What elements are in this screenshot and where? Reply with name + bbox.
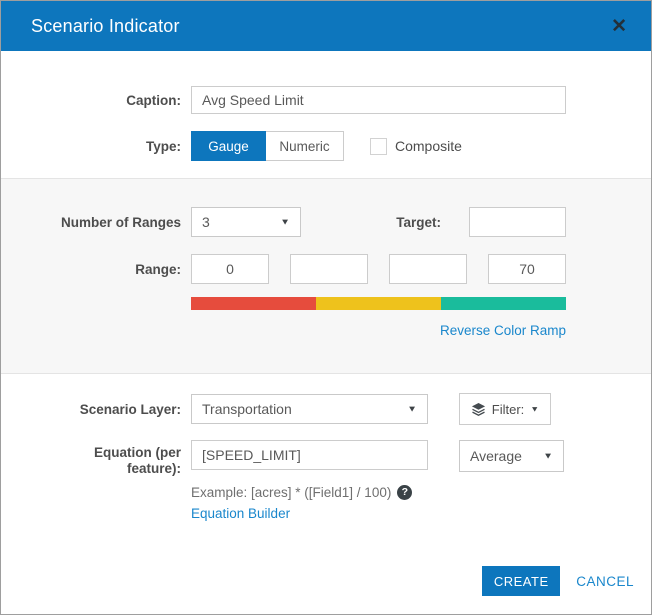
chevron-down-icon: ▼ (280, 217, 290, 226)
dialog-title: Scenario Indicator (31, 16, 611, 37)
type-row: Type: Gauge Numeric Composite (1, 131, 651, 161)
equation-label: Equation (per feature): (1, 440, 181, 477)
scenario-layer-row: Scenario Layer: Transportation ▼ Filter:… (1, 393, 651, 425)
ramp-segment-yellow (316, 297, 441, 310)
filter-button[interactable]: Filter: ▼ (459, 393, 551, 425)
equation-builder-link[interactable]: Equation Builder (191, 506, 290, 521)
caption-label: Caption: (1, 93, 181, 108)
range-input-2[interactable] (290, 254, 368, 284)
number-of-ranges-select[interactable]: 3 ▼ (191, 207, 301, 237)
aggregation-value: Average (470, 448, 522, 464)
range-row: Range: (1, 254, 651, 284)
number-of-ranges-value: 3 (202, 214, 210, 230)
composite-checkbox[interactable] (370, 138, 387, 155)
type-label: Type: (1, 139, 181, 154)
dialog-header: Scenario Indicator ✕ (1, 1, 651, 51)
range-input-1[interactable] (191, 254, 269, 284)
scenario-layer-value: Transportation (202, 401, 292, 417)
ranges-section: Number of Ranges 3 ▼ Target: Range: (1, 178, 651, 374)
range-input-4[interactable] (488, 254, 566, 284)
type-gauge-button[interactable]: Gauge (191, 131, 266, 161)
type-numeric-button[interactable]: Numeric (266, 131, 344, 161)
ramp-segment-green (441, 297, 566, 310)
number-of-ranges-row: Number of Ranges 3 ▼ Target: (1, 207, 651, 237)
aggregation-select[interactable]: Average ▼ (459, 440, 564, 472)
general-section: Caption: Type: Gauge Numeric Composite (1, 51, 651, 161)
filter-label: Filter: (492, 402, 525, 417)
range-label: Range: (1, 262, 181, 277)
composite-label: Composite (395, 138, 462, 154)
dialog-footer: CREATE CANCEL (1, 566, 651, 614)
help-icon[interactable]: ? (397, 485, 412, 500)
target-input[interactable] (469, 207, 566, 237)
layers-icon (471, 402, 486, 417)
caption-input[interactable] (191, 86, 566, 114)
target-label: Target: (396, 215, 441, 230)
target-group: Target: (396, 207, 566, 237)
caption-row: Caption: (1, 86, 651, 114)
color-ramp (191, 297, 566, 310)
equation-row: Equation (per feature): Average ▼ (1, 440, 651, 477)
layer-equation-section: Scenario Layer: Transportation ▼ Filter:… (1, 374, 651, 523)
ramp-segment-red (191, 297, 316, 310)
create-button[interactable]: CREATE (482, 566, 560, 596)
reverse-color-ramp-link[interactable]: Reverse Color Ramp (440, 323, 566, 338)
chevron-down-icon: ▼ (407, 404, 417, 413)
range-input-3[interactable] (389, 254, 467, 284)
reverse-ramp-row: Reverse Color Ramp (1, 310, 651, 340)
chevron-down-icon: ▼ (530, 405, 539, 414)
equation-input[interactable] (191, 440, 428, 470)
scenario-indicator-dialog: Scenario Indicator ✕ Caption: Type: Gaug… (0, 0, 652, 615)
chevron-down-icon: ▼ (543, 451, 553, 460)
scenario-layer-label: Scenario Layer: (1, 402, 181, 417)
cancel-button[interactable]: CANCEL (576, 574, 634, 589)
scenario-layer-select[interactable]: Transportation ▼ (191, 394, 428, 424)
number-of-ranges-label: Number of Ranges (1, 215, 181, 230)
close-icon[interactable]: ✕ (611, 17, 627, 36)
equation-example-text: Example: [acres] * ([Field1] / 100) (191, 485, 391, 500)
ramp-row (1, 284, 651, 310)
equation-example-row: Example: [acres] * ([Field1] / 100) ? (191, 483, 651, 501)
